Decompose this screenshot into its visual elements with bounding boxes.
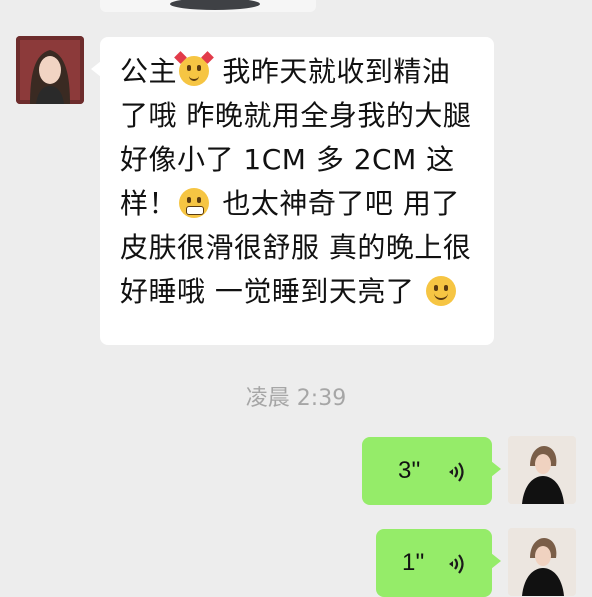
- voice-wave-icon: [449, 462, 464, 482]
- image-content: [170, 0, 260, 10]
- voice-message-bubble[interactable]: 3'': [362, 437, 501, 505]
- smiling-face-with-hearts-icon: [174, 51, 214, 86]
- my-avatar-image: [508, 436, 576, 504]
- sender-avatar-image: [16, 36, 84, 104]
- voice-message-bubble[interactable]: 1'': [376, 529, 501, 597]
- voice-duration: 3'': [398, 457, 421, 484]
- my-avatar-image: [508, 528, 576, 596]
- chat-timestamp: 凌晨 2:39: [245, 386, 347, 411]
- message-segment-1: 公主: [120, 55, 178, 88]
- sender-avatar[interactable]: [16, 36, 84, 104]
- previous-image-message[interactable]: [100, 0, 316, 12]
- my-avatar[interactable]: [508, 528, 576, 596]
- my-avatar[interactable]: [508, 436, 576, 504]
- smiling-face-icon: [425, 276, 456, 306]
- voice-duration: 1'': [402, 549, 425, 576]
- incoming-message-text: 公主 我昨天就收到精油了哦 昨晚就用全身我的大腿好像小了 1CM 多 2CM 这…: [120, 50, 476, 314]
- grimacing-face-icon: [179, 188, 210, 218]
- voice-wave-icon: [449, 554, 464, 574]
